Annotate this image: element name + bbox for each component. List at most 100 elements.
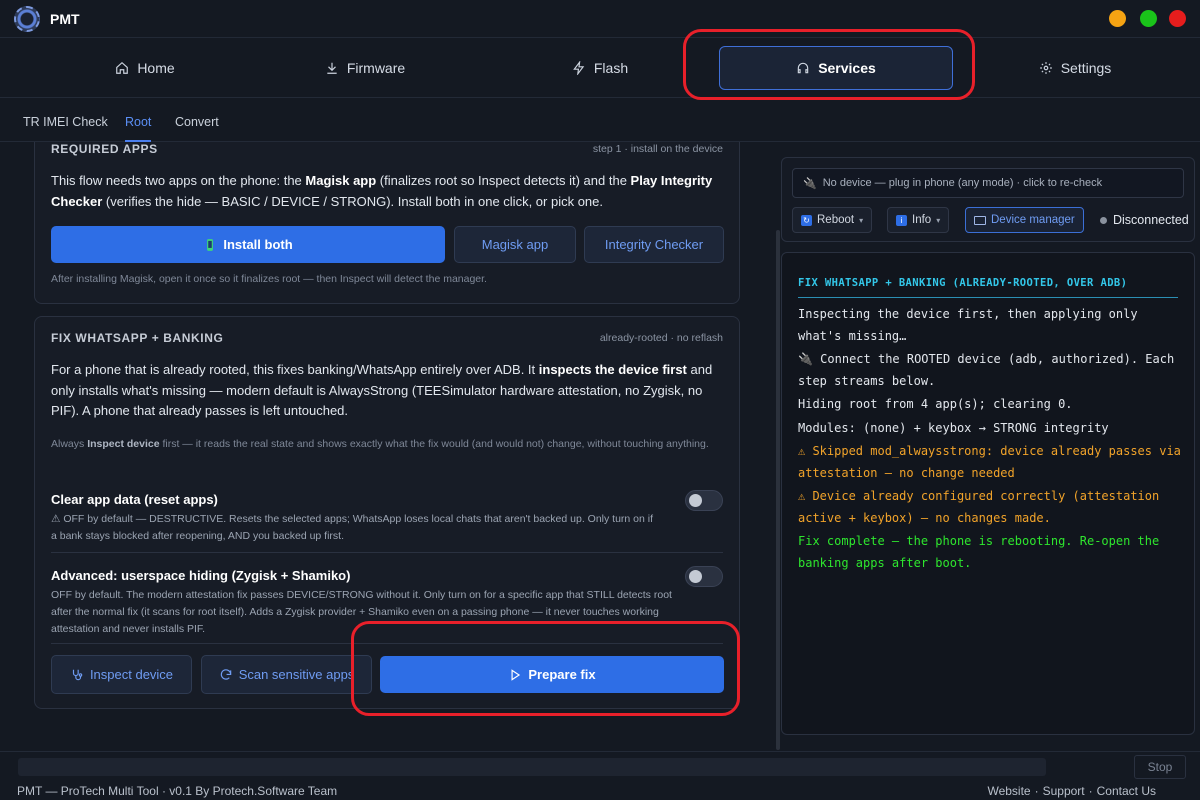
log-console: FIX WHATSAPP + BANKING (ALREADY-ROOTED, …	[781, 252, 1195, 735]
info-icon: i	[896, 214, 907, 226]
required-apps-hint: After installing Magisk, open it once so…	[51, 273, 487, 285]
contact-link[interactable]: Contact Us	[1097, 784, 1156, 798]
stop-button[interactable]: Stop	[1134, 755, 1186, 779]
title-bar: PMT	[0, 0, 1200, 38]
fix-description: For a phone that is already rooted, this…	[51, 362, 713, 418]
root-content: REQUIRED APPS step 1 · install on the de…	[0, 142, 770, 750]
magisk-app-label: Magisk app	[481, 237, 549, 252]
nav-flash[interactable]: Flash	[480, 46, 720, 90]
bolt-icon	[573, 61, 585, 75]
clear-app-data-option: Clear app data (reset apps) ⚠ OFF by def…	[51, 492, 661, 545]
fix-meta: already-rooted · no reflash	[599, 332, 723, 344]
app-logo-icon	[14, 5, 40, 32]
log-line: Inspecting the device first, then applyi…	[798, 307, 1138, 343]
progress-bar	[18, 758, 1046, 776]
required-apps-card: REQUIRED APPS step 1 · install on the de…	[34, 142, 740, 304]
log-line: Hiding root from 4 app(s); clearing 0.	[798, 397, 1073, 411]
console-title: FIX WHATSAPP + BANKING (ALREADY-ROOTED, …	[798, 277, 1128, 289]
sub-tabs: TR IMEI Check Root Convert	[0, 98, 1200, 142]
install-both-button[interactable]: Install both	[51, 226, 445, 263]
prepare-fix-label: Prepare fix	[528, 667, 596, 682]
tab-tr-imei-check[interactable]: TR IMEI Check	[23, 98, 108, 142]
footer-links: Website · Support · Contact Us	[987, 784, 1156, 798]
device-panel: 🔌 No device — plug in phone (any mode) ·…	[781, 157, 1195, 242]
info-label: Info	[912, 214, 932, 226]
tab-convert[interactable]: Convert	[175, 98, 219, 142]
status-dot-icon	[1100, 216, 1107, 224]
maximize-button[interactable]	[1140, 10, 1157, 27]
userspace-hiding-title: Advanced: userspace hiding (Zygisk + Sha…	[51, 568, 351, 583]
console-divider	[798, 297, 1178, 298]
integrity-checker-button[interactable]: Integrity Checker	[584, 226, 724, 263]
nav-services[interactable]: Services	[719, 46, 953, 90]
download-icon	[327, 62, 337, 74]
device-selector-text: No device — plug in phone (any mode) · c…	[822, 177, 1103, 189]
monitor-icon	[974, 215, 986, 225]
play-icon	[511, 668, 521, 681]
connection-status-label: Disconnected	[1113, 213, 1189, 227]
footer-credit: PMT — ProTech Multi Tool · v0.1 By Prote…	[17, 784, 338, 798]
close-button[interactable]	[1169, 10, 1186, 27]
prepare-fix-button[interactable]: Prepare fix	[380, 656, 724, 693]
console-lines: Inspecting the device first, then applyi…	[798, 304, 1182, 576]
nav-flash-label: Flash	[593, 60, 629, 76]
device-selector[interactable]: 🔌 No device — plug in phone (any mode) ·…	[792, 168, 1184, 198]
clear-app-data-toggle[interactable]	[685, 490, 723, 511]
minimize-button[interactable]	[1109, 10, 1126, 27]
info-button[interactable]: i Info ▾	[887, 207, 950, 233]
required-apps-text: This flow needs two apps on the phone: t…	[51, 173, 713, 209]
userspace-hiding-toggle[interactable]	[685, 566, 723, 587]
app-title: PMT	[50, 10, 80, 27]
headset-icon	[797, 62, 809, 74]
scrollbar[interactable]	[776, 230, 780, 750]
nav-services-label: Services	[818, 60, 876, 76]
scan-sensitive-apps-label: Scan sensitive apps	[238, 667, 355, 682]
bottom-bar: Stop PMT — ProTech Multi Tool · v0.1 By …	[0, 751, 1200, 800]
support-link[interactable]: Support	[1043, 784, 1085, 798]
userspace-hiding-option: Advanced: userspace hiding (Zygisk + Sha…	[51, 568, 681, 638]
chevron-down-icon: ▾	[859, 215, 864, 225]
device-manager-button[interactable]: Device manager	[965, 207, 1084, 233]
magisk-app-button[interactable]: Magisk app	[454, 226, 576, 263]
tab-root[interactable]: Root	[125, 98, 152, 142]
clear-app-data-desc: ⚠ OFF by default — DESTRUCTIVE. Resets t…	[51, 513, 654, 542]
fix-whatsapp-banking-card: FIX WHATSAPP + BANKING already-rooted · …	[34, 316, 740, 709]
userspace-hiding-desc: OFF by default. The modern attestation f…	[51, 589, 672, 635]
phone-icon	[207, 238, 214, 251]
home-icon	[116, 61, 129, 74]
log-line: 🔌 Connect the ROOTED device (adb, author…	[798, 352, 1175, 388]
option-divider	[51, 643, 723, 644]
scan-sensitive-apps-button[interactable]: Scan sensitive apps	[201, 655, 372, 694]
website-link[interactable]: Website	[987, 784, 1030, 798]
nav-home-label: Home	[137, 60, 175, 76]
main-nav: Home Firmware Flash Services Settings	[0, 38, 1200, 98]
clear-app-data-title: Clear app data (reset apps)	[51, 492, 218, 507]
refresh-icon	[220, 668, 231, 680]
required-apps-title: REQUIRED APPS	[51, 142, 158, 156]
log-line-warning: ⚠ Device already configured correctly (a…	[798, 489, 1160, 525]
footer-separator: ·	[1088, 784, 1093, 798]
inspect-device-button[interactable]: Inspect device	[51, 655, 192, 694]
nav-settings[interactable]: Settings	[955, 46, 1195, 90]
inspect-device-label: Inspect device	[89, 667, 174, 682]
reboot-label: Reboot	[817, 214, 855, 226]
nav-firmware[interactable]: Firmware	[245, 46, 485, 90]
plug-icon: 🔌	[803, 177, 817, 190]
integrity-checker-label: Integrity Checker	[604, 237, 704, 252]
stethoscope-icon	[72, 669, 83, 680]
chevron-down-icon: ▾	[936, 215, 941, 225]
required-apps-meta: step 1 · install on the device	[592, 143, 723, 155]
footer-separator: ·	[1034, 784, 1039, 798]
device-manager-label: Device manager	[991, 214, 1075, 226]
install-both-label: Install both	[223, 237, 293, 252]
log-line: Modules: (none) + keybox → STRONG integr…	[798, 420, 1109, 435]
log-line-success: Fix complete — the phone is rebooting. R…	[798, 534, 1160, 570]
fix-hint: Always Inspect device first — it reads t…	[51, 438, 709, 450]
log-line-warning: ⚠ Skipped mod_alwaysstrong: device alrea…	[798, 444, 1181, 480]
fix-title: FIX WHATSAPP + BANKING	[51, 331, 224, 345]
nav-settings-label: Settings	[1060, 60, 1112, 76]
option-divider	[51, 552, 723, 553]
reboot-button[interactable]: ↻ Reboot ▾	[792, 207, 873, 233]
reboot-icon: ↻	[801, 214, 812, 226]
gear-icon	[1039, 62, 1052, 74]
